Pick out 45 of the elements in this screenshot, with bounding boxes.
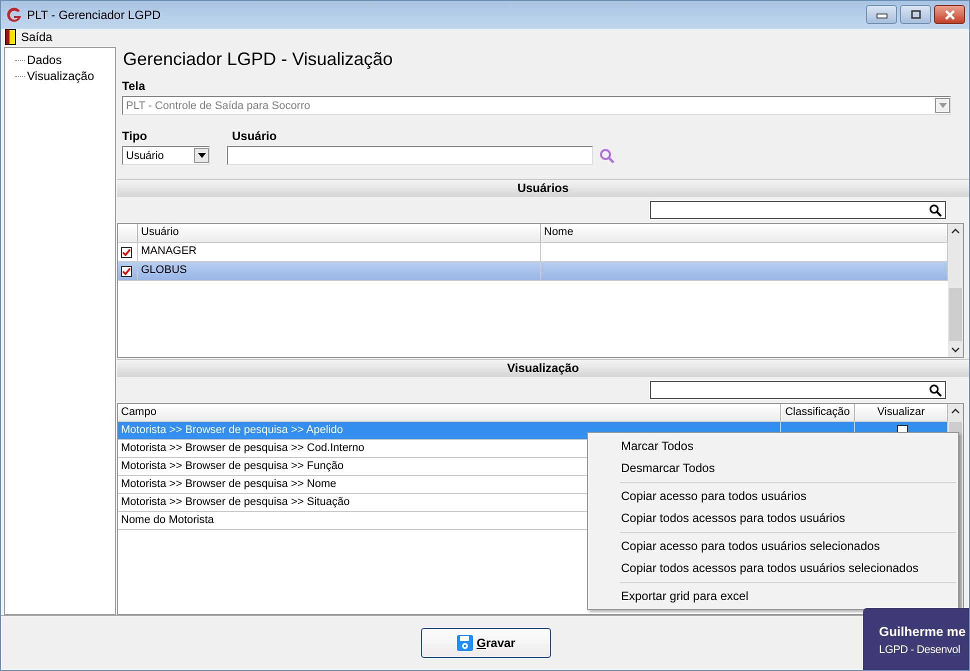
save-button[interactable]: Gravar: [421, 628, 551, 658]
scrollbar[interactable]: [948, 224, 963, 357]
close-button[interactable]: [934, 5, 965, 24]
scroll-up-icon[interactable]: [951, 228, 960, 234]
table-row[interactable]: GLOBUS: [118, 262, 948, 281]
user-input-field[interactable]: [227, 146, 593, 165]
checkbox[interactable]: [121, 246, 132, 258]
menu-item[interactable]: Copiar acesso para todos usuários selecionados: [620, 535, 956, 557]
field-label: Tela: [122, 79, 146, 93]
table-cell: GLOBUS: [138, 262, 541, 280]
minimize-icon: [874, 10, 888, 18]
section-header: Visualização: [117, 359, 969, 377]
maximize-button[interactable]: [900, 5, 931, 24]
menu-item[interactable]: Saída: [5, 29, 52, 45]
notification-title: Guilherme me: [879, 624, 967, 639]
search-icon[interactable]: [929, 384, 942, 396]
type-dropdown[interactable]: Usuário: [122, 146, 210, 165]
field-label: Usuário: [232, 129, 278, 143]
column-header: Classificação: [781, 404, 855, 421]
logo-icon: [6, 7, 22, 23]
scroll-up-icon[interactable]: [951, 408, 960, 414]
search-icon[interactable]: [929, 204, 942, 216]
checkbox[interactable]: [121, 266, 132, 276]
dropdown-value: PLT - Controle de Saída para Socorro: [125, 100, 312, 112]
close-icon: [942, 10, 956, 20]
scroll-down-icon[interactable]: [951, 347, 960, 353]
page-heading: Gerenciador LGPD - Visualização: [123, 49, 394, 70]
search-field[interactable]: [650, 201, 946, 219]
restore-icon: [908, 10, 922, 20]
caret-icon: [938, 103, 946, 108]
table-cell: MANAGER: [138, 243, 541, 261]
menu-item[interactable]: Copiar todos acessos para todos usuários selecionados: [620, 557, 956, 579]
section-header: Usuários: [117, 179, 969, 197]
search-field[interactable]: [650, 381, 946, 399]
column-header: Campo: [118, 404, 781, 421]
notification-text: LGPD - Desenvol: [879, 644, 962, 656]
window-title: PLT - Gerenciador LGPD: [27, 8, 161, 22]
caret-icon: [198, 153, 206, 158]
column-header: Usuário: [138, 224, 541, 242]
exit-door-icon: [5, 29, 16, 45]
menu-item[interactable]: Exportar grid para excel: [620, 585, 956, 607]
minimize-button[interactable]: [866, 5, 897, 24]
tree-item[interactable]: Dados: [27, 53, 62, 67]
tree-item[interactable]: Visualização: [27, 69, 94, 83]
field-label: Tipo: [122, 129, 148, 143]
